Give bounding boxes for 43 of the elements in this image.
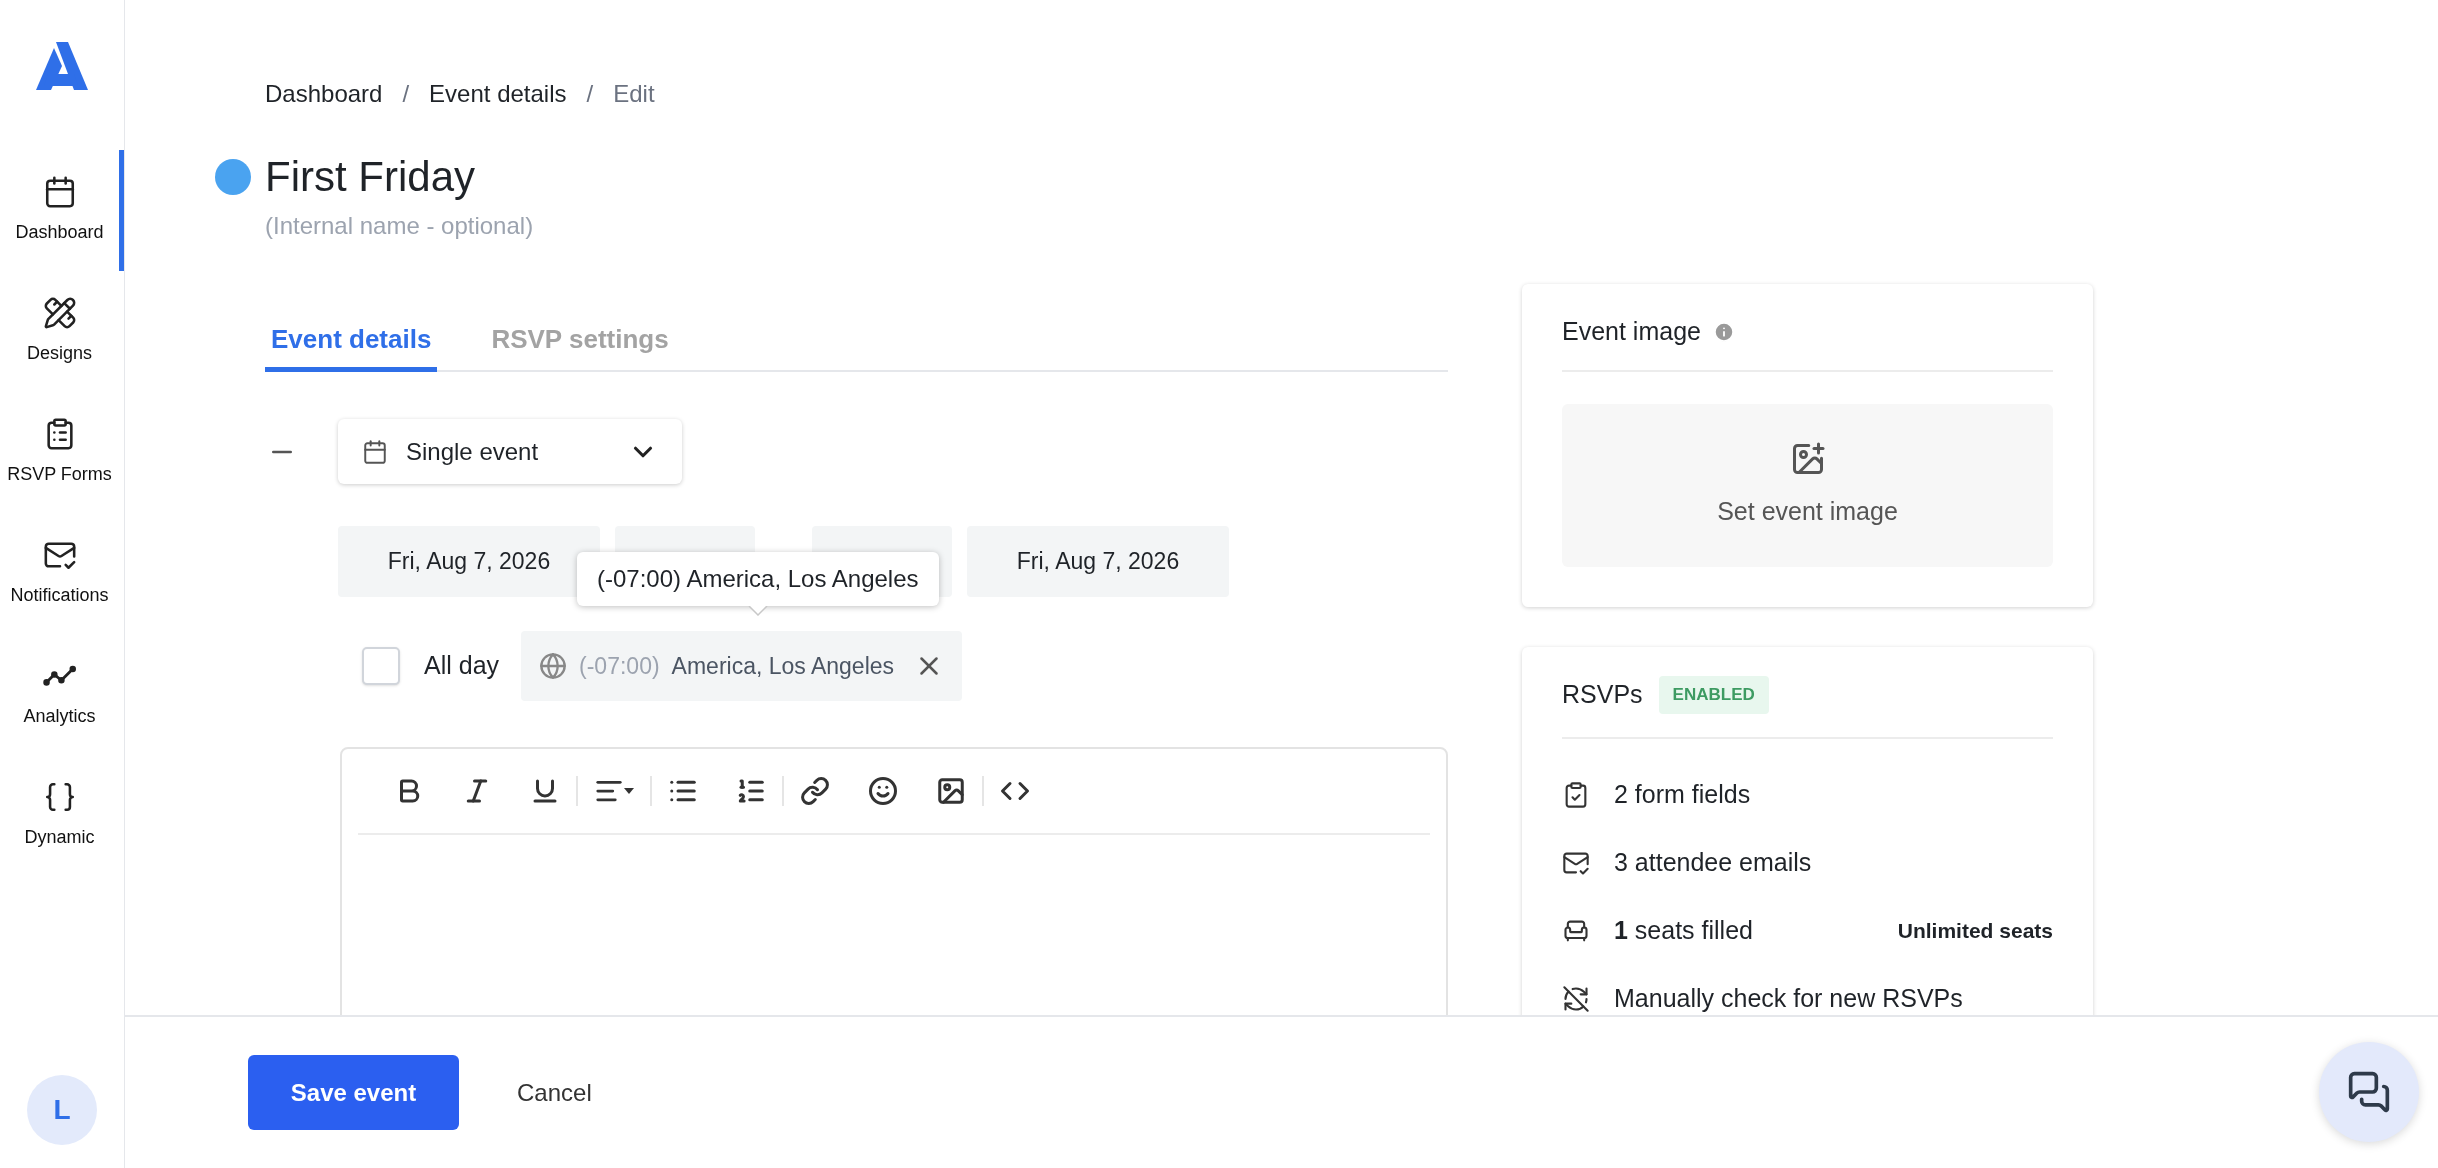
tooltip: (-07:00) America, Los Angeles — [577, 552, 939, 606]
info-icon[interactable] — [1712, 321, 1735, 343]
stat-text: 1 seats filled — [1614, 915, 1754, 947]
chat-icon — [2347, 1070, 2391, 1114]
nav-item[interactable]: Designs — [0, 271, 124, 392]
card-title: RSVPs — [1562, 679, 1643, 711]
refresh-off-icon — [1562, 985, 1590, 1013]
event-title: First Friday — [265, 152, 475, 202]
globe-icon — [539, 652, 568, 680]
emoji-icon[interactable] — [868, 776, 898, 806]
nav-item[interactable]: RSVP Forms — [0, 392, 124, 513]
calendar-icon — [362, 438, 388, 465]
caret-icon — [624, 787, 634, 795]
breadcrumb-link[interactable]: Event details — [429, 76, 567, 112]
stat-text: 3 attendee emails — [1614, 847, 1813, 879]
timezone-chip[interactable]: (-07:00) America, Los Angeles — [521, 631, 963, 701]
cancel-button[interactable]: Cancel — [517, 1074, 592, 1111]
nav-item[interactable]: Analytics — [0, 634, 124, 755]
pencil-ruler-icon — [42, 296, 77, 330]
internal-name-field[interactable]: (Internal name - optional) — [265, 208, 765, 244]
link-icon[interactable] — [800, 776, 830, 806]
tooltip-pointer — [747, 606, 768, 616]
all-day-label: All day — [424, 650, 500, 682]
date-field[interactable]: Fri, Aug 7, 2026 — [967, 526, 1229, 597]
user-avatar[interactable]: L — [27, 1075, 97, 1145]
stat-text: Manually check for new RSVPs — [1614, 983, 1964, 1015]
event-type-dropdown[interactable]: Single event — [338, 419, 682, 484]
breadcrumb-separator: / — [402, 79, 410, 109]
seat-limit: Unlimited seats — [1897, 918, 2053, 945]
stat-text: 2 form fields — [1614, 779, 1752, 811]
all-day-checkbox[interactable] — [362, 647, 400, 685]
card-title: Event image — [1562, 316, 1701, 348]
set-image-button[interactable]: Set event image — [1562, 404, 2053, 567]
nav-item[interactable]: Notifications — [0, 513, 124, 634]
status-badge: ENABLED — [1658, 676, 1769, 714]
nav-item[interactable]: Dashboard — [0, 150, 124, 271]
image-icon[interactable] — [936, 776, 966, 806]
save-button[interactable]: Save event — [248, 1055, 459, 1130]
tab[interactable]: Event details — [265, 312, 438, 372]
breadcrumb-link[interactable]: Dashboard — [265, 76, 383, 112]
breadcrumb-separator: / — [586, 79, 594, 109]
nav-item[interactable]: Dynamic — [0, 755, 124, 876]
logo — [34, 40, 90, 92]
